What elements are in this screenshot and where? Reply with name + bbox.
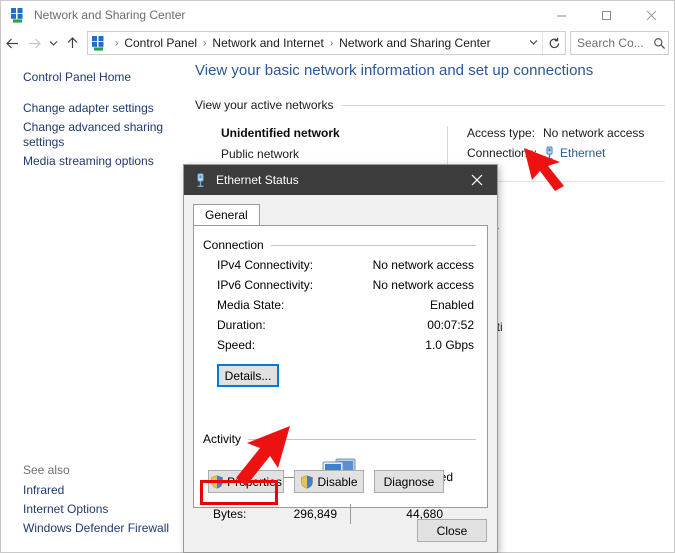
see-also-section: See also Infrared Internet Options Windo… (1, 461, 187, 538)
dialog-footer: Close (417, 519, 487, 542)
network-type: Public network (221, 147, 447, 161)
media-state-row: Media State: Enabled (203, 298, 476, 312)
connections-label: Connections: (467, 146, 543, 160)
media-state-value: Enabled (367, 298, 476, 312)
dialog-titlebar: Ethernet Status (184, 165, 497, 195)
back-arrow-icon[interactable] (1, 31, 23, 55)
network-icon (10, 7, 26, 23)
uac-shield-icon (210, 475, 224, 489)
ipv6-connectivity-label: IPv6 Connectivity: (217, 278, 367, 292)
sidebar-item-windows-defender-firewall[interactable]: Windows Defender Firewall (1, 519, 173, 538)
breadcrumb-item-control-panel[interactable]: Control Panel (122, 36, 199, 50)
access-type-label: Access type: (467, 126, 543, 140)
breadcrumb-item-network-and-internet[interactable]: Network and Internet (210, 36, 325, 50)
bytes-label: Bytes: (213, 507, 257, 521)
sidebar-item-change-adapter-settings[interactable]: Change adapter settings (1, 99, 173, 118)
network-details: Access type: No network access Connectio… (467, 126, 674, 166)
window-title: Network and Sharing Center (34, 8, 185, 22)
activity-group-header: Activity (203, 432, 476, 446)
general-tab-page: Connection IPv4 Connectivity: No network… (193, 225, 488, 508)
see-also-header: See also (1, 461, 187, 481)
section-divider (342, 105, 665, 106)
action-buttons-row: Properties Disable Diagnose (208, 470, 444, 493)
details-button-wrap: Details... (203, 364, 476, 387)
active-networks-label: View your active networks (195, 98, 334, 112)
ethernet-status-dialog: Ethernet Status General Connection IPv4 … (183, 164, 498, 553)
access-type-row: Access type: No network access (467, 126, 674, 140)
forward-arrow-icon[interactable] (23, 31, 45, 55)
speed-value: 1.0 Gbps (367, 338, 476, 352)
breadcrumb-item-network-and-sharing-center[interactable]: Network and Sharing Center (337, 36, 492, 50)
page-title: View your basic network information and … (192, 58, 674, 79)
properties-button[interactable]: Properties (208, 470, 284, 493)
bytes-divider (337, 504, 363, 524)
recent-locations-chevron-down-icon[interactable] (45, 31, 61, 55)
search-box[interactable]: Search Co... (570, 31, 669, 55)
address-bar[interactable]: › Control Panel › Network and Internet ›… (87, 31, 566, 55)
sidebar-item-media-streaming-options[interactable]: Media streaming options (1, 152, 173, 171)
up-arrow-icon[interactable] (61, 31, 83, 55)
breadcrumb-separator: › (326, 38, 337, 49)
sidebar-item-infrared[interactable]: Infrared (1, 481, 173, 500)
duration-label: Duration: (217, 318, 367, 332)
dialog-tabstrip: General (193, 203, 497, 225)
window-titlebar: Network and Sharing Center (1, 1, 674, 29)
ethernet-plug-icon (194, 173, 207, 188)
navigation-bar: › Control Panel › Network and Internet ›… (1, 29, 674, 57)
disable-button[interactable]: Disable (294, 470, 364, 493)
ipv4-connectivity-label: IPv4 Connectivity: (217, 258, 367, 272)
group-divider (248, 439, 476, 440)
sidebar-spacer (1, 87, 187, 99)
duration-value: 00:07:52 (367, 318, 476, 332)
close-button[interactable] (629, 1, 674, 29)
properties-button-label: Properties (227, 475, 282, 489)
close-dialog-button[interactable]: Close (417, 519, 487, 542)
sidebar-item-change-advanced-sharing-settings[interactable]: Change advanced sharing settings (1, 118, 173, 152)
tab-general[interactable]: General (193, 204, 260, 225)
ipv6-connectivity-value: No network access (367, 278, 476, 292)
window-controls (539, 1, 674, 29)
connection-group-header: Connection (203, 238, 476, 252)
group-divider (271, 245, 476, 246)
disable-button-label: Disable (317, 475, 357, 489)
network-icon (91, 35, 107, 51)
dialog-close-button[interactable] (457, 165, 497, 195)
network-column-divider (447, 126, 448, 166)
connection-group-label: Connection (203, 238, 264, 252)
connection-group: Connection IPv4 Connectivity: No network… (203, 238, 476, 387)
search-input[interactable]: Search Co... (577, 36, 650, 50)
ipv4-connectivity-row: IPv4 Connectivity: No network access (203, 258, 476, 272)
minimize-button[interactable] (539, 1, 584, 29)
speed-label: Speed: (217, 338, 367, 352)
refresh-icon[interactable] (542, 32, 565, 54)
dialog-title: Ethernet Status (216, 173, 299, 187)
access-type-value: No network access (543, 126, 644, 140)
active-networks-section-header: View your active networks (192, 98, 674, 112)
ipv4-connectivity-value: No network access (367, 258, 476, 272)
bytes-sent-value: 296,849 (257, 507, 337, 521)
media-state-label: Media State: (217, 298, 367, 312)
activity-group-label: Activity (203, 432, 241, 446)
sidebar-item-control-panel-home[interactable]: Control Panel Home (1, 68, 173, 87)
details-button[interactable]: Details... (217, 364, 279, 387)
ethernet-connection-link[interactable]: Ethernet (560, 146, 605, 160)
uac-shield-icon (300, 475, 314, 489)
network-name: Unidentified network (221, 126, 447, 140)
sidebar: Control Panel Home Change adapter settin… (1, 58, 187, 552)
duration-row: Duration: 00:07:52 (203, 318, 476, 332)
active-network-entry: Unidentified network Public network Acce… (192, 126, 674, 166)
breadcrumb: › Control Panel › Network and Internet ›… (111, 36, 524, 50)
diagnose-button[interactable]: Diagnose (374, 470, 444, 493)
speed-row: Speed: 1.0 Gbps (203, 338, 476, 352)
maximize-button[interactable] (584, 1, 629, 29)
ethernet-plug-icon (543, 146, 556, 160)
search-icon[interactable] (650, 37, 668, 50)
sidebar-item-internet-options[interactable]: Internet Options (1, 500, 173, 519)
ipv6-connectivity-row: IPv6 Connectivity: No network access (203, 278, 476, 292)
address-chevron-down-icon[interactable] (524, 38, 542, 48)
breadcrumb-separator: › (199, 38, 210, 49)
network-identity: Unidentified network Public network (195, 126, 447, 166)
connections-row: Connections: Ethernet (467, 146, 674, 160)
breadcrumb-separator: › (111, 38, 122, 49)
